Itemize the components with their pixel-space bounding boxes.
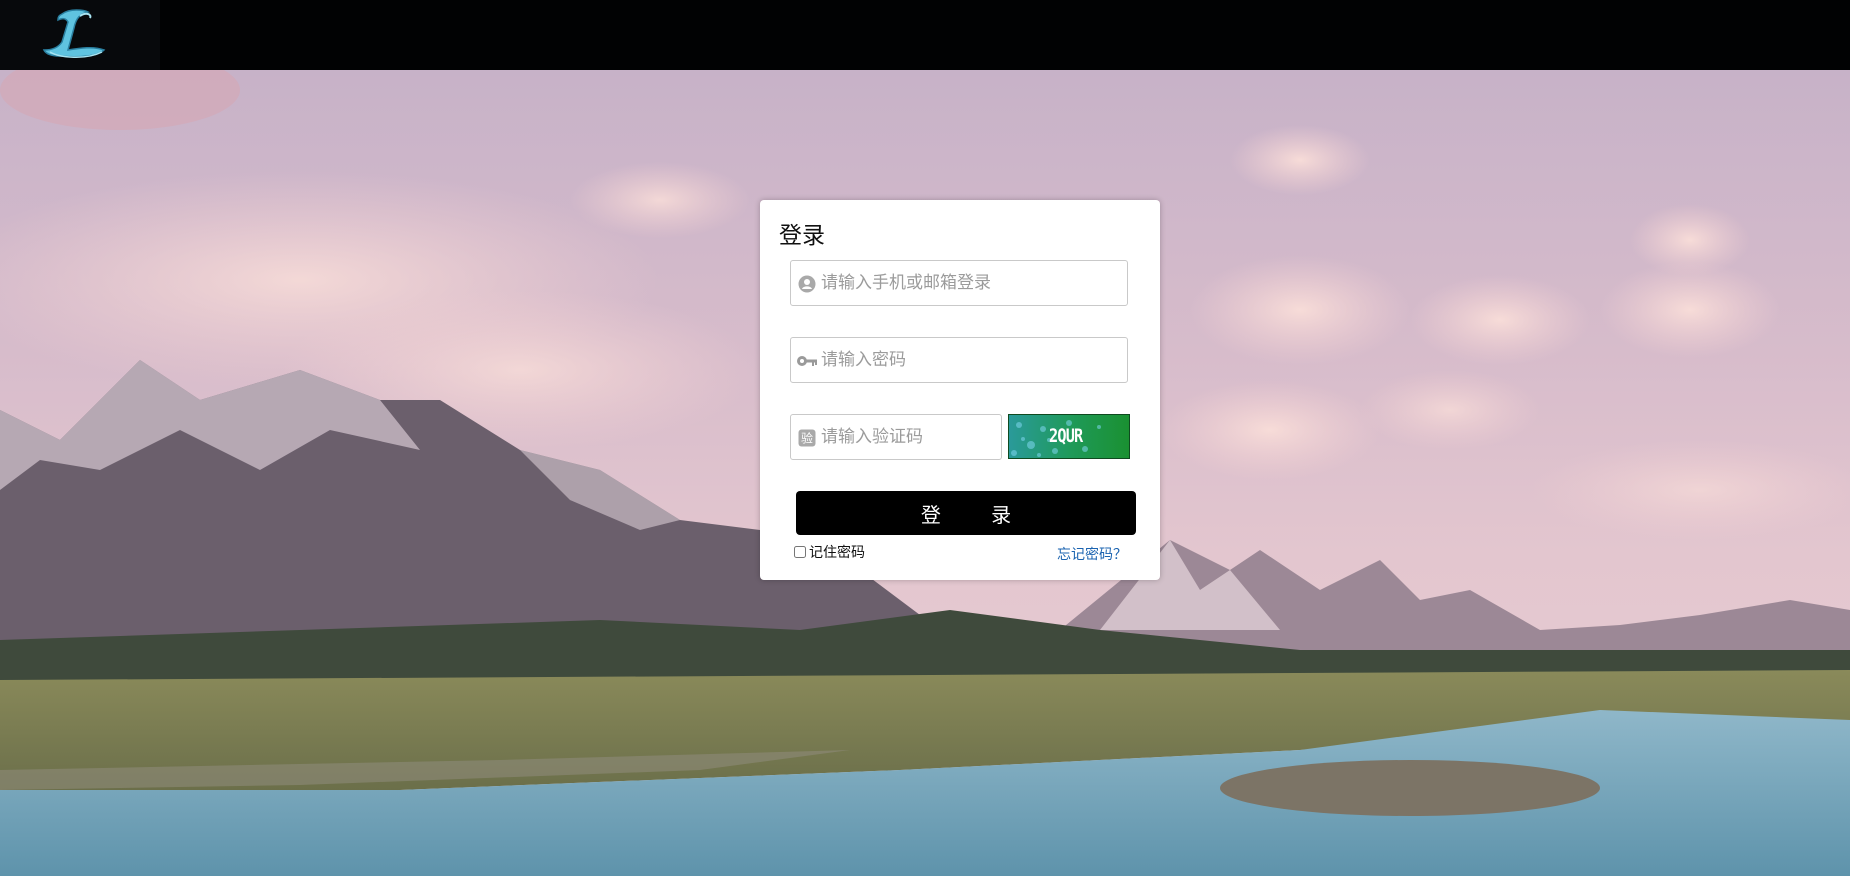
site-logo[interactable]: [0, 0, 160, 70]
captcha-image[interactable]: 2QUR: [1008, 414, 1130, 459]
stylized-letter-l-logo-icon: [42, 9, 106, 58]
captcha-field[interactable]: 验: [790, 414, 1002, 460]
key-icon: [797, 356, 817, 366]
remember-password[interactable]: 记住密码: [794, 543, 865, 561]
captcha-input[interactable]: [821, 415, 991, 459]
remember-password-label: 记住密码: [809, 545, 865, 561]
svg-text:验: 验: [801, 431, 813, 446]
captcha-image-text: 2QUR: [1049, 425, 1083, 447]
forgot-password-link[interactable]: 忘记密码？: [1057, 544, 1127, 564]
top-navigation-bar: [0, 0, 1850, 70]
login-card: 登录 验: [760, 200, 1160, 580]
username-input[interactable]: [821, 261, 1111, 305]
remember-password-checkbox[interactable]: [794, 546, 806, 558]
password-input[interactable]: [821, 338, 1111, 382]
username-field[interactable]: [790, 260, 1128, 306]
password-field[interactable]: [790, 337, 1128, 383]
login-submit-button[interactable]: 登 录: [796, 491, 1136, 535]
verification-badge-icon: 验: [798, 429, 816, 447]
user-circle-icon: [798, 275, 816, 293]
login-title: 登录: [779, 223, 825, 249]
